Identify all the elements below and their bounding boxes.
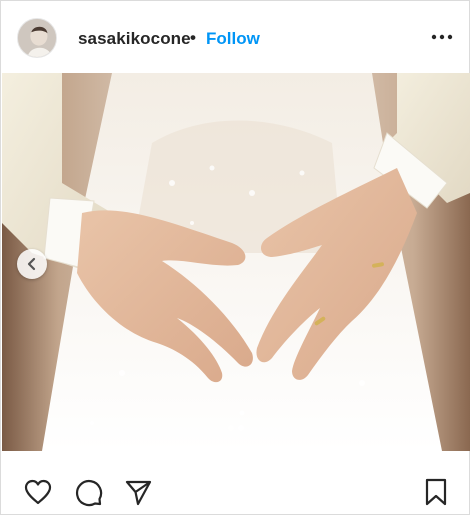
share-button[interactable]	[123, 477, 153, 507]
post-photo[interactable]	[2, 73, 470, 451]
post-card: sasakikocone • Follow	[0, 0, 470, 515]
chevron-left-icon	[27, 257, 36, 271]
save-button[interactable]	[421, 477, 451, 507]
bookmark-icon	[425, 478, 447, 506]
separator-dot: •	[190, 28, 196, 47]
carousel-indicator	[2, 425, 470, 431]
avatar[interactable]	[17, 18, 57, 58]
username[interactable]: sasakikocone	[78, 29, 191, 49]
more-options-icon[interactable]	[429, 27, 455, 47]
comment-button[interactable]	[73, 477, 103, 507]
comment-icon	[75, 479, 103, 507]
avatar-image	[18, 19, 56, 57]
carousel-dot	[228, 425, 234, 431]
carousel-prev-button[interactable]	[17, 249, 47, 279]
wedding-hands-photo	[2, 73, 470, 451]
follow-button[interactable]: Follow	[206, 29, 260, 49]
action-bar	[1, 471, 469, 511]
like-button[interactable]	[23, 477, 53, 507]
paper-plane-icon	[125, 480, 152, 506]
post-header: sasakikocone • Follow	[1, 1, 469, 73]
carousel-dot-active	[238, 425, 244, 431]
heart-icon	[24, 479, 52, 505]
